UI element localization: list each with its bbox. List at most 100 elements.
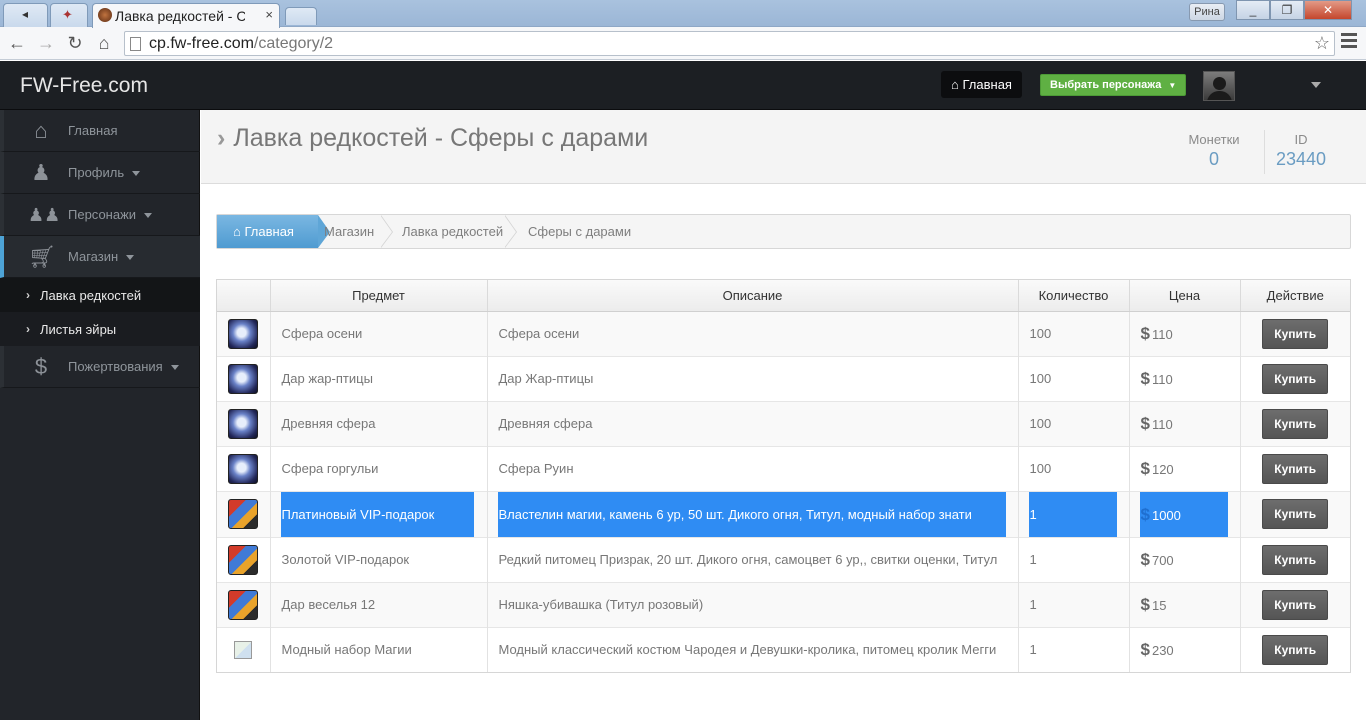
group-icon: ♟♟	[28, 205, 61, 225]
breadcrumb-rare-shop[interactable]: Лавка редкостей	[402, 215, 503, 248]
browser-menu-icon[interactable]	[1341, 33, 1357, 51]
item-quantity: 100	[1018, 400, 1130, 446]
breadcrumb-current: Сферы с дарами	[528, 224, 632, 239]
sidebar-item-label: Главная	[68, 123, 118, 138]
buy-button[interactable]: Купить	[1262, 589, 1329, 620]
page-title: › Лавка редкостей - Сферы с дарами	[217, 124, 649, 152]
forward-arrow-icon[interactable]: →	[35, 33, 57, 53]
item-icon-cell	[217, 490, 271, 537]
user-menu-caret-icon[interactable]	[1311, 82, 1321, 88]
browser-toolbar: ← → ↻ ⌂ cp.fw-free.com/category/2 ☆	[0, 27, 1366, 60]
id-label: ID	[1294, 132, 1308, 147]
item-quantity: 1	[1018, 536, 1130, 582]
reload-icon[interactable]: ↻	[64, 33, 86, 53]
item-price: $230	[1129, 626, 1241, 672]
back-arrow-icon[interactable]: ←	[6, 33, 28, 53]
pinned-tab-sound[interactable]: ◂	[3, 3, 48, 27]
item-quantity: 100	[1018, 310, 1130, 356]
sidebar-item-shop[interactable]: 🛒︎ Магазин	[0, 236, 200, 278]
table-row: Древняя сфера Древняя сфера 100 $110 Куп…	[217, 400, 1350, 446]
user-avatar[interactable]	[1203, 71, 1235, 101]
buy-button[interactable]: Купить	[1262, 544, 1329, 575]
item-name: Дар жар-птицы	[270, 355, 488, 401]
item-price: $110	[1129, 355, 1241, 401]
coins-stat: Монетки 0	[1183, 132, 1245, 170]
id-stat: ID 23440	[1271, 132, 1331, 170]
breadcrumb-separator	[380, 215, 393, 248]
brand-logo[interactable]: FW-Free.com	[20, 74, 148, 98]
sidebar-item-label: Профиль	[68, 165, 141, 180]
sidebar-item-home[interactable]: ⌂ Главная	[0, 110, 200, 152]
buy-button[interactable]: Купить	[1262, 408, 1329, 439]
item-description: Модный классический костюм Чародея и Дев…	[487, 626, 1019, 672]
coins-value: 0	[1208, 149, 1219, 169]
user-icon: ♟	[31, 160, 51, 185]
breadcrumb-home[interactable]: ⌂ Главная	[217, 215, 330, 248]
orb-icon	[228, 318, 259, 349]
buy-button[interactable]: Купить	[1262, 318, 1329, 349]
new-tab-button[interactable]	[285, 7, 317, 25]
home-page-icon[interactable]: ⌂	[93, 33, 115, 53]
sidebar-item-characters[interactable]: ♟♟ Персонажи	[0, 194, 200, 236]
coins-label: Монетки	[1188, 132, 1240, 147]
broken-image-icon	[234, 640, 253, 659]
maximize-button[interactable]: ❐	[1270, 0, 1304, 20]
tab-close-icon[interactable]: ×	[265, 7, 273, 22]
select-character-dropdown[interactable]: Выбрать персонажа ▼	[1040, 74, 1187, 96]
table-row: Золотой VIP-подарок Редкий питомец Призр…	[217, 536, 1350, 582]
sidebar-item-donations[interactable]: $ Пожертвования	[0, 346, 200, 388]
buy-button[interactable]: Купить	[1262, 363, 1329, 394]
item-description: Древняя сфера	[487, 400, 1019, 446]
breadcrumb-shop[interactable]: Магазин	[324, 215, 374, 248]
bookmark-star-icon[interactable]: ☆	[1314, 33, 1330, 54]
buy-button[interactable]: Купить	[1262, 499, 1329, 529]
item-action-cell: Купить	[1240, 626, 1350, 672]
dollar-icon: $	[1140, 413, 1150, 433]
home-icon: ⌂	[233, 224, 241, 239]
item-icon-cell	[217, 355, 271, 401]
breadcrumb: ⌂ Главная Магазин Лавка редкостей Сферы …	[216, 214, 1351, 249]
item-icon-cell	[217, 445, 271, 491]
table-row: Платиновый VIP-подарок Властелин магии, …	[217, 490, 1350, 537]
items-table: Предмет Описание Количество Цена Действи…	[216, 279, 1351, 673]
pinned-tab-game[interactable]: ✦	[50, 3, 88, 27]
column-header-description: Описание	[487, 280, 1019, 312]
sidebar-subitem-eira-leaves[interactable]: › Листья эйры	[0, 312, 200, 346]
item-price: $700	[1129, 536, 1241, 582]
close-window-button[interactable]: ✕	[1304, 0, 1352, 20]
browser-profile-badge[interactable]: Рина	[1189, 3, 1225, 21]
item-action-cell: Купить	[1240, 310, 1350, 356]
table-row: Дар веселья 12 Няшка-убивашка (Титул роз…	[217, 581, 1350, 627]
item-quantity: 1	[1018, 490, 1130, 537]
gift-box-icon	[228, 544, 259, 575]
table-header-row: Предмет Описание Количество Цена Действи…	[217, 280, 1350, 312]
speaker-icon: ◂	[22, 7, 29, 21]
gift-box-icon	[228, 589, 259, 620]
sidebar: ⌂ Главная ♟ Профиль ♟♟ Персонажи 🛒︎ Мага…	[0, 110, 200, 720]
home-icon: ⌂	[34, 118, 48, 143]
tab-active[interactable]: Лавка редкостей - С ×	[92, 3, 280, 28]
home-icon: ⌂	[951, 77, 959, 92]
dollar-icon: $	[1140, 594, 1150, 614]
game-favicon-icon: ✦	[62, 7, 73, 22]
item-icon-cell	[217, 536, 271, 582]
item-icon-cell	[217, 400, 271, 446]
sidebar-item-profile[interactable]: ♟ Профиль	[0, 152, 200, 194]
chevron-right-icon: ›	[26, 288, 30, 302]
select-character-label: Выбрать персонажа	[1050, 79, 1162, 91]
dollar-icon: $	[1140, 368, 1150, 388]
buy-button[interactable]: Купить	[1262, 453, 1329, 484]
item-price: $120	[1129, 445, 1241, 491]
address-bar[interactable]: cp.fw-free.com/category/2 ☆	[124, 31, 1335, 56]
app-header: FW-Free.com ⌂ Главная Выбрать персонажа …	[0, 61, 1366, 110]
sidebar-subitem-label: Лавка редкостей	[40, 288, 142, 303]
item-name: Платиновый VIP-подарок	[270, 490, 488, 537]
item-quantity: 100	[1018, 355, 1130, 401]
column-header-action: Действие	[1240, 280, 1350, 312]
minimize-button[interactable]: _	[1236, 0, 1270, 20]
sidebar-subitem-rare-shop[interactable]: › Лавка редкостей	[0, 278, 200, 312]
item-price: $110	[1129, 310, 1241, 356]
header-home-button[interactable]: ⌂ Главная	[941, 71, 1022, 98]
item-action-cell: Купить	[1240, 581, 1350, 627]
buy-button[interactable]: Купить	[1262, 634, 1329, 665]
